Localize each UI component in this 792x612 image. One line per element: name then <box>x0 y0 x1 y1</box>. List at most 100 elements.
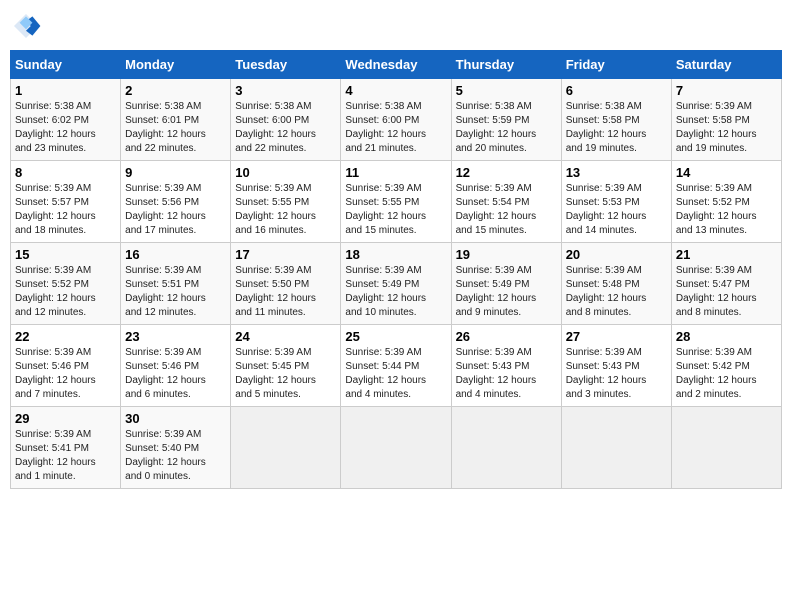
day-number: 19 <box>456 247 557 262</box>
day-number: 6 <box>566 83 667 98</box>
calendar-cell: 23 Sunrise: 5:39 AM Sunset: 5:46 PM Dayli… <box>121 325 231 407</box>
day-detail: Sunrise: 5:39 AM Sunset: 5:58 PM Dayligh… <box>676 100 777 156</box>
day-detail: Sunrise: 5:38 AM Sunset: 6:01 PM Dayligh… <box>125 100 226 156</box>
calendar-header-row: SundayMondayTuesdayWednesdayThursdayFrid… <box>11 51 782 79</box>
calendar-cell: 9Sunrise: 5:39 AM Sunset: 5:56 PM Daylig… <box>121 161 231 243</box>
calendar-cell: 29 Sunrise: 5:39 AM Sunset: 5:41 PM Dayli… <box>11 407 121 489</box>
day-detail: Sunrise: 5:38 AM Sunset: 6:00 PM Dayligh… <box>235 100 336 156</box>
day-detail: Sunrise: 5:38 AM Sunset: 6:02 PM Dayligh… <box>15 100 116 156</box>
day-number: 23 <box>125 329 226 344</box>
day-detail: Sunrise: 5:39 AM Sunset: 5:49 PM Dayligh… <box>345 264 446 320</box>
day-number: 18 <box>345 247 446 262</box>
calendar-cell: 7 Sunrise: 5:39 AM Sunset: 5:58 PM Daylig… <box>671 79 781 161</box>
calendar-cell: 22 Sunrise: 5:39 AM Sunset: 5:46 PM Dayli… <box>11 325 121 407</box>
day-number: 25 <box>345 329 446 344</box>
weekday-header-tuesday: Tuesday <box>231 51 341 79</box>
calendar-cell <box>451 407 561 489</box>
day-detail: Sunrise: 5:39 AM Sunset: 5:54 PM Dayligh… <box>456 182 557 238</box>
day-number: 2 <box>125 83 226 98</box>
page-header <box>10 10 782 42</box>
day-number: 17 <box>235 247 336 262</box>
calendar-cell: 15 Sunrise: 5:39 AM Sunset: 5:52 PM Dayli… <box>11 243 121 325</box>
day-detail: Sunrise: 5:39 AM Sunset: 5:56 PM Dayligh… <box>125 182 226 238</box>
calendar-cell: 24 Sunrise: 5:39 AM Sunset: 5:45 PM Dayli… <box>231 325 341 407</box>
calendar-row-2: 8 Sunrise: 5:39 AM Sunset: 5:57 PM Daylig… <box>11 161 782 243</box>
weekday-header-saturday: Saturday <box>671 51 781 79</box>
weekday-header-friday: Friday <box>561 51 671 79</box>
calendar-table: SundayMondayTuesdayWednesdayThursdayFrid… <box>10 50 782 489</box>
day-number: 22 <box>15 329 116 344</box>
day-detail: Sunrise: 5:39 AM Sunset: 5:45 PM Dayligh… <box>235 346 336 402</box>
day-number: 16 <box>125 247 226 262</box>
day-detail: Sunrise: 5:39 AM Sunset: 5:52 PM Dayligh… <box>676 182 777 238</box>
day-detail: Sunrise: 5:39 AM Sunset: 5:43 PM Dayligh… <box>456 346 557 402</box>
day-number: 28 <box>676 329 777 344</box>
day-detail: Sunrise: 5:39 AM Sunset: 5:46 PM Dayligh… <box>125 346 226 402</box>
day-number: 30 <box>125 411 226 426</box>
calendar-cell: 5 Sunrise: 5:38 AM Sunset: 5:59 PM Daylig… <box>451 79 561 161</box>
calendar-cell: 11Sunrise: 5:39 AM Sunset: 5:55 PM Dayli… <box>341 161 451 243</box>
day-detail: Sunrise: 5:39 AM Sunset: 5:48 PM Dayligh… <box>566 264 667 320</box>
calendar-cell: 28 Sunrise: 5:39 AM Sunset: 5:42 PM Dayli… <box>671 325 781 407</box>
day-number: 26 <box>456 329 557 344</box>
calendar-cell <box>231 407 341 489</box>
logo-icon <box>10 10 42 42</box>
calendar-row-5: 29 Sunrise: 5:39 AM Sunset: 5:41 PM Dayli… <box>11 407 782 489</box>
calendar-row-1: 1 Sunrise: 5:38 AM Sunset: 6:02 PM Daylig… <box>11 79 782 161</box>
day-detail: Sunrise: 5:39 AM Sunset: 5:46 PM Dayligh… <box>15 346 116 402</box>
day-number: 7 <box>676 83 777 98</box>
day-detail: Sunrise: 5:38 AM Sunset: 6:00 PM Dayligh… <box>345 100 446 156</box>
day-detail: Sunrise: 5:39 AM Sunset: 5:40 PM Dayligh… <box>125 428 226 484</box>
day-number: 15 <box>15 247 116 262</box>
calendar-cell: 27 Sunrise: 5:39 AM Sunset: 5:43 PM Dayli… <box>561 325 671 407</box>
day-number: 27 <box>566 329 667 344</box>
calendar-cell <box>671 407 781 489</box>
calendar-cell: 16 Sunrise: 5:39 AM Sunset: 5:51 PM Dayli… <box>121 243 231 325</box>
day-detail: Sunrise: 5:39 AM Sunset: 5:47 PM Dayligh… <box>676 264 777 320</box>
day-number: 24 <box>235 329 336 344</box>
day-detail: Sunrise: 5:39 AM Sunset: 5:51 PM Dayligh… <box>125 264 226 320</box>
calendar-cell <box>561 407 671 489</box>
calendar-cell: 30 Sunrise: 5:39 AM Sunset: 5:40 PM Dayli… <box>121 407 231 489</box>
day-detail: Sunrise: 5:39 AM Sunset: 5:42 PM Dayligh… <box>676 346 777 402</box>
day-detail: Sunrise: 5:39 AM Sunset: 5:44 PM Dayligh… <box>345 346 446 402</box>
day-detail: Sunrise: 5:39 AM Sunset: 5:41 PM Dayligh… <box>15 428 116 484</box>
day-number: 20 <box>566 247 667 262</box>
calendar-cell: 3 Sunrise: 5:38 AM Sunset: 6:00 PM Daylig… <box>231 79 341 161</box>
weekday-header-wednesday: Wednesday <box>341 51 451 79</box>
calendar-cell: 13Sunrise: 5:39 AM Sunset: 5:53 PM Dayli… <box>561 161 671 243</box>
day-number: 3 <box>235 83 336 98</box>
weekday-header-sunday: Sunday <box>11 51 121 79</box>
day-detail: Sunrise: 5:39 AM Sunset: 5:50 PM Dayligh… <box>235 264 336 320</box>
calendar-cell: 6 Sunrise: 5:38 AM Sunset: 5:58 PM Daylig… <box>561 79 671 161</box>
day-number: 1 <box>15 83 116 98</box>
calendar-row-4: 22 Sunrise: 5:39 AM Sunset: 5:46 PM Dayli… <box>11 325 782 407</box>
day-detail: Sunrise: 5:38 AM Sunset: 5:58 PM Dayligh… <box>566 100 667 156</box>
weekday-header-monday: Monday <box>121 51 231 79</box>
day-number: 8 <box>15 165 116 180</box>
calendar-cell: 26 Sunrise: 5:39 AM Sunset: 5:43 PM Dayli… <box>451 325 561 407</box>
calendar-cell: 4 Sunrise: 5:38 AM Sunset: 6:00 PM Daylig… <box>341 79 451 161</box>
calendar-cell: 12 Sunrise: 5:39 AM Sunset: 5:54 PM Dayli… <box>451 161 561 243</box>
day-detail: Sunrise: 5:39 AM Sunset: 5:43 PM Dayligh… <box>566 346 667 402</box>
calendar-cell: 21 Sunrise: 5:39 AM Sunset: 5:47 PM Dayli… <box>671 243 781 325</box>
calendar-cell: 1 Sunrise: 5:38 AM Sunset: 6:02 PM Daylig… <box>11 79 121 161</box>
day-detail: Sunrise: 5:38 AM Sunset: 5:59 PM Dayligh… <box>456 100 557 156</box>
day-number: 14 <box>676 165 777 180</box>
day-detail: Sunrise: 5:39 AM Sunset: 5:52 PM Dayligh… <box>15 264 116 320</box>
weekday-header-thursday: Thursday <box>451 51 561 79</box>
calendar-cell: 17 Sunrise: 5:39 AM Sunset: 5:50 PM Dayli… <box>231 243 341 325</box>
day-number: 11 <box>345 165 446 180</box>
logo <box>10 10 46 42</box>
day-detail: Sunrise: 5:39 AM Sunset: 5:55 PM Dayligh… <box>235 182 336 238</box>
calendar-row-3: 15 Sunrise: 5:39 AM Sunset: 5:52 PM Dayli… <box>11 243 782 325</box>
day-number: 21 <box>676 247 777 262</box>
day-number: 29 <box>15 411 116 426</box>
day-number: 12 <box>456 165 557 180</box>
day-number: 4 <box>345 83 446 98</box>
calendar-cell: 10Sunrise: 5:39 AM Sunset: 5:55 PM Dayli… <box>231 161 341 243</box>
day-detail: Sunrise: 5:39 AM Sunset: 5:57 PM Dayligh… <box>15 182 116 238</box>
calendar-cell: 25 Sunrise: 5:39 AM Sunset: 5:44 PM Dayli… <box>341 325 451 407</box>
calendar-cell: 2 Sunrise: 5:38 AM Sunset: 6:01 PM Daylig… <box>121 79 231 161</box>
day-number: 5 <box>456 83 557 98</box>
